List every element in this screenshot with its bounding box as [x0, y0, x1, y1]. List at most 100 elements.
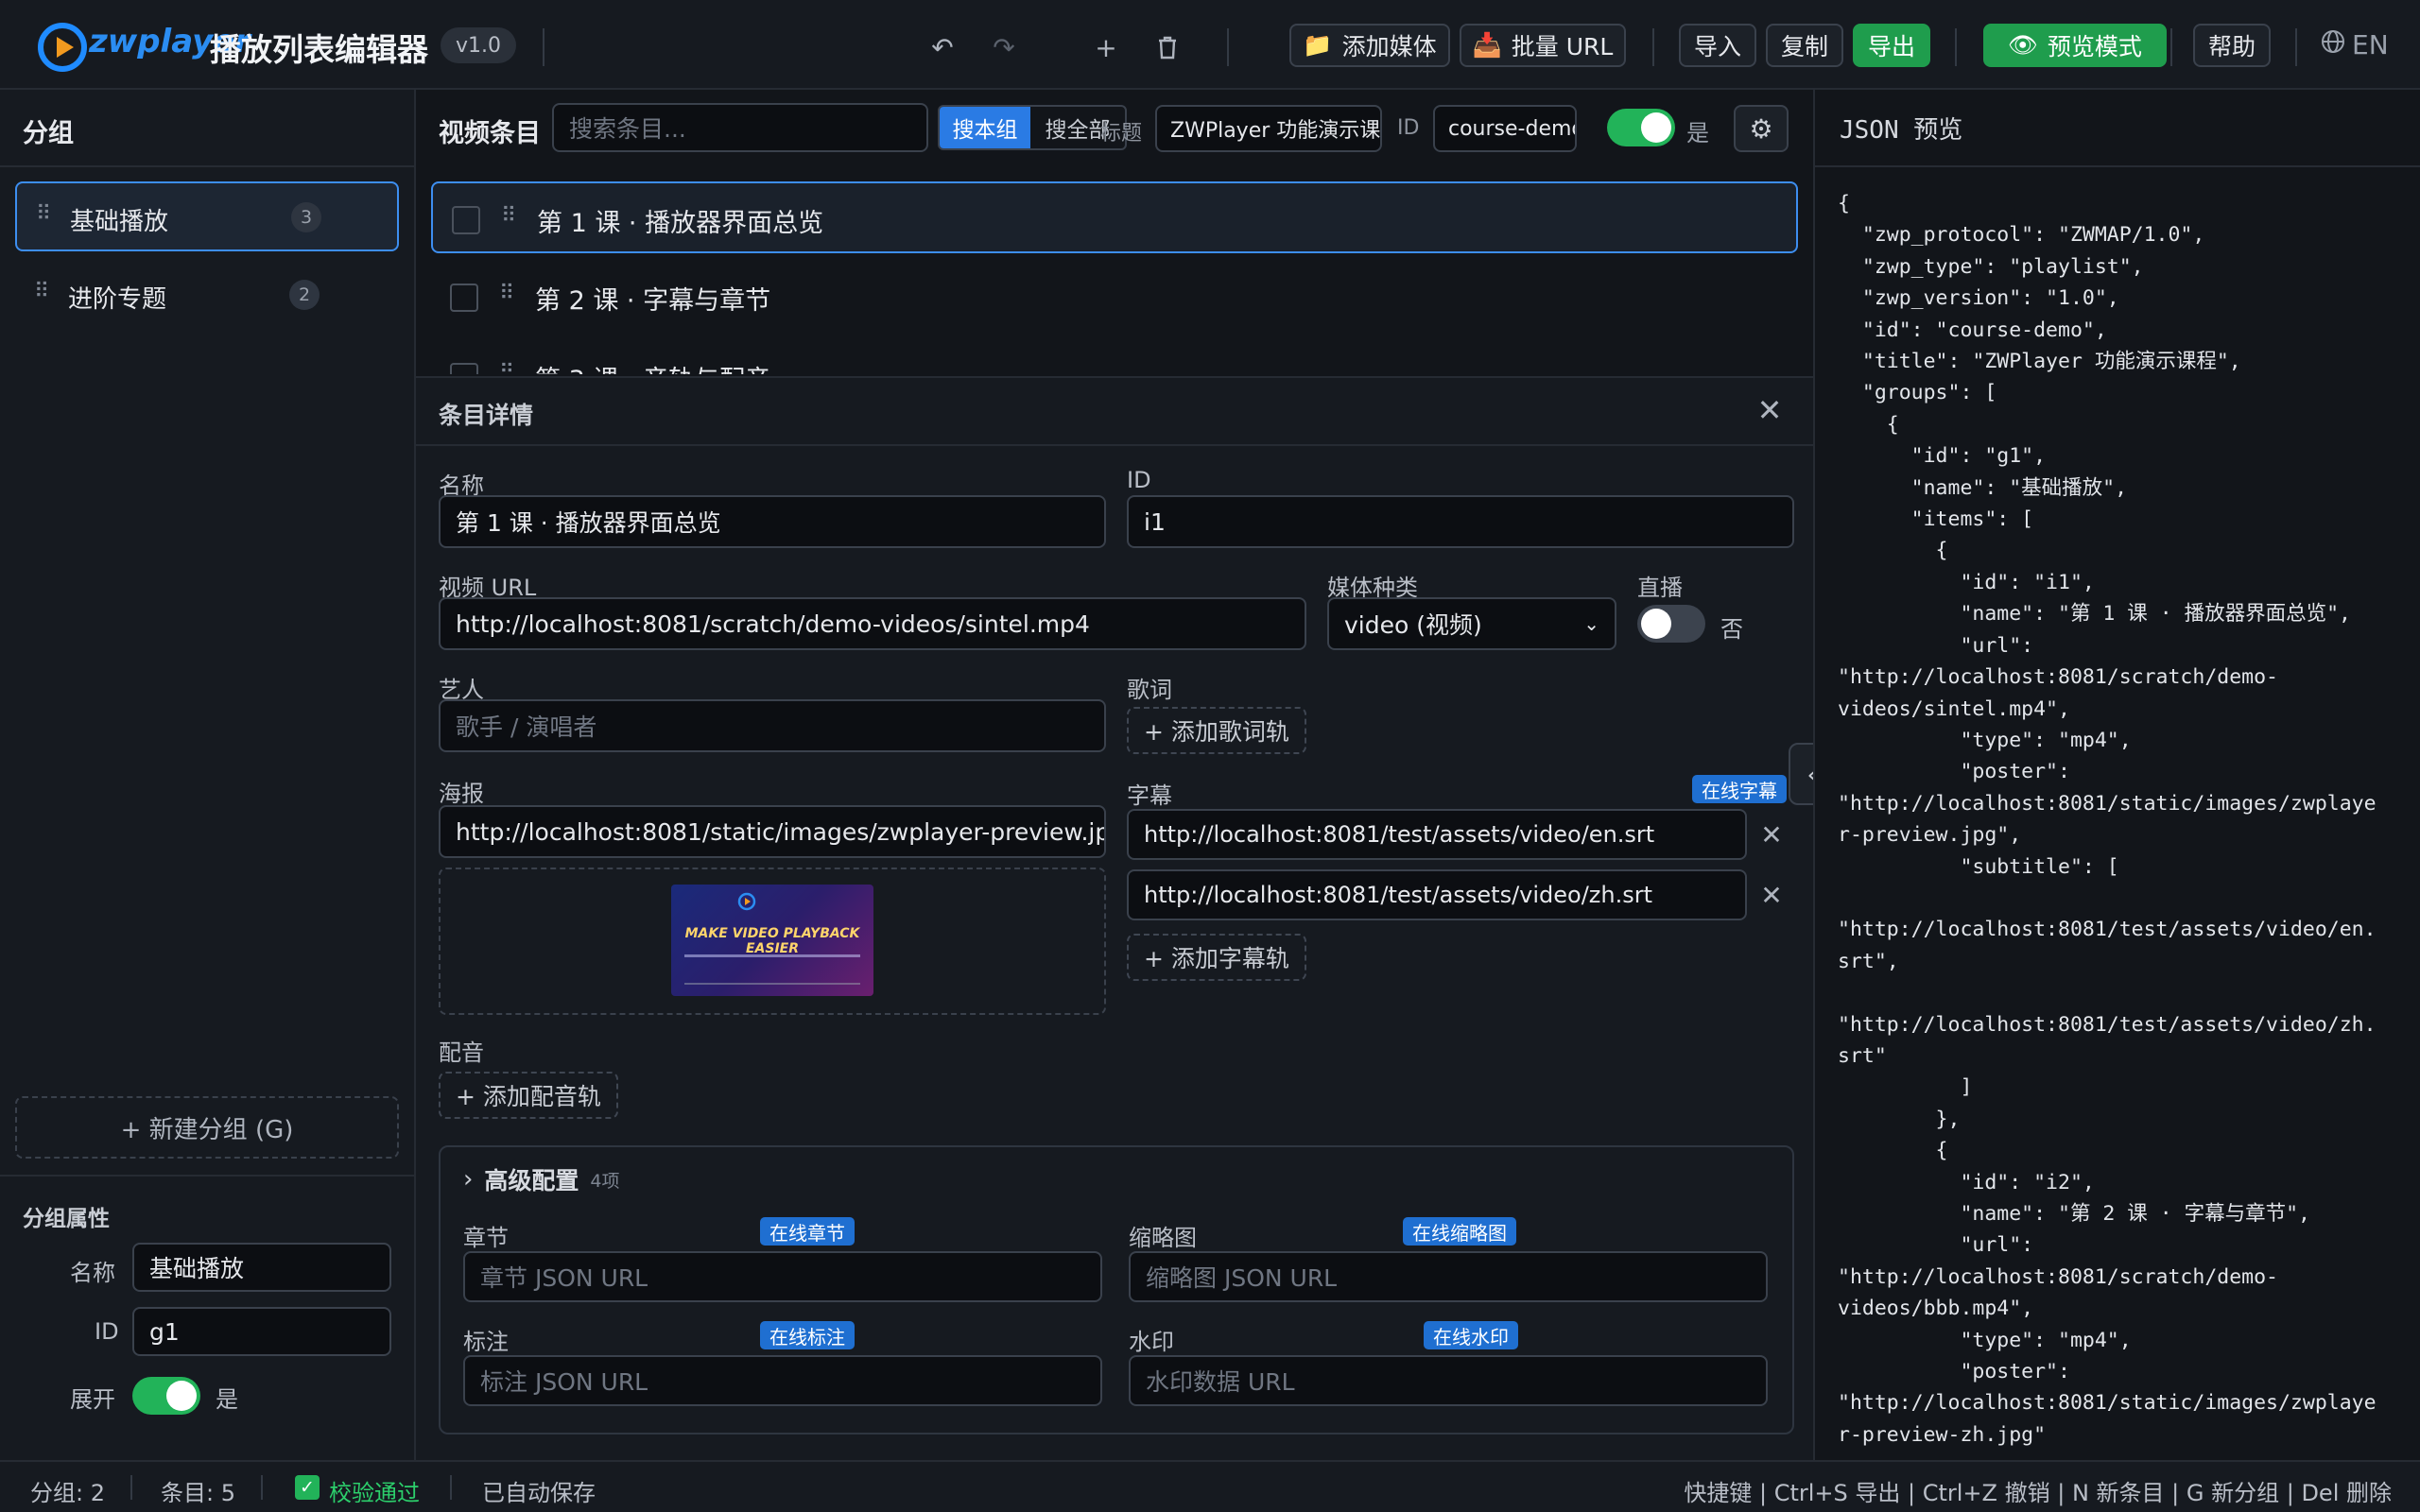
subtitle-label: 字幕: [1127, 782, 1172, 809]
group-name: 进阶专题: [68, 285, 167, 314]
advanced-config-header[interactable]: › 高级配置 4项: [463, 1162, 620, 1196]
preview-mode-button[interactable]: 👁 预览模式: [1983, 24, 2167, 67]
item-editor: 视频条目 搜索条目... 搜本组 搜全部 标题 ZWPlayer 功能演示课程 …: [416, 90, 1813, 1460]
online-chapter-badge[interactable]: 在线章节: [760, 1217, 855, 1246]
drag-handle-icon[interactable]: ⠿: [34, 280, 49, 303]
watermark-label: 水印: [1129, 1329, 1174, 1355]
online-watermark-badge[interactable]: 在线水印: [1424, 1321, 1518, 1349]
playlist-enabled-toggle[interactable]: [1607, 109, 1675, 146]
item-title: 第 1 课 · 播放器界面总览: [537, 209, 824, 238]
poster-url-input[interactable]: http://localhost:8081/static/images/zwpl…: [439, 805, 1106, 858]
top-bar: zwplayer 播放列表编辑器 v1.0 ↶ ↷ + 📁 添加媒体 📥 批量 UR…: [0, 0, 2420, 90]
online-subtitle-badge[interactable]: 在线字幕: [1692, 775, 1787, 803]
search-scope-toggle: 搜本组 搜全部: [938, 105, 1127, 150]
playlist-title-label: 标题: [1100, 122, 1143, 146]
mark-label: 标注: [463, 1329, 509, 1355]
list-item[interactable]: ⠿ 第 3 课 · 音轨与配音: [431, 340, 1798, 374]
drag-handle-icon[interactable]: ⠿: [501, 204, 516, 228]
online-mark-badge[interactable]: 在线标注: [760, 1321, 855, 1349]
thumbnail-url-input[interactable]: 缩略图 JSON URL: [1129, 1251, 1768, 1302]
import-button[interactable]: 导入: [1679, 24, 1756, 67]
list-title: 视频条目: [439, 119, 541, 148]
add-media-button[interactable]: 📁 添加媒体: [1289, 24, 1450, 67]
chapter-url-input[interactable]: 章节 JSON URL: [463, 1251, 1102, 1302]
item-detail-panel: 条目详情 ✕ 名称 第 1 课 · 播放器界面总览 ID i1 视频 URL h…: [416, 376, 1813, 1460]
item-search-input[interactable]: 搜索条目...: [552, 103, 928, 152]
copy-button[interactable]: 复制: [1766, 24, 1843, 67]
redo-icon[interactable]: ↷: [985, 28, 1023, 66]
playlist-id-input[interactable]: course-demo: [1433, 105, 1577, 152]
language-switch[interactable]: EN: [2320, 28, 2389, 61]
close-icon[interactable]: ✕: [1753, 392, 1787, 428]
app-title: 播放列表编辑器: [210, 31, 428, 68]
mark-url-input[interactable]: 标注 JSON URL: [463, 1355, 1102, 1406]
folder-icon: 📁: [1303, 31, 1333, 59]
settings-gear-button[interactable]: ⚙: [1734, 105, 1789, 152]
batch-url-button[interactable]: 📥 批量 URL: [1460, 24, 1626, 67]
video-url-input[interactable]: http://localhost:8081/scratch/demo-video…: [439, 597, 1306, 650]
group-id-input[interactable]: g1: [132, 1307, 391, 1356]
shortcuts-hint: 快捷键 | Ctrl+S 导出 | Ctrl+Z 撤销 | N 新条目 | G …: [1684, 1480, 2392, 1506]
item-checkbox[interactable]: [450, 284, 478, 312]
watermark-url-input[interactable]: 水印数据 URL: [1129, 1355, 1768, 1406]
search-group-tab[interactable]: 搜本组: [940, 107, 1030, 148]
advanced-config-section: › 高级配置 4项 章节 在线章节 章节 JSON URL 缩略图 在线缩略图 …: [439, 1145, 1794, 1435]
remove-subtitle-icon[interactable]: ✕: [1754, 878, 1789, 912]
export-button[interactable]: 导出: [1853, 24, 1930, 67]
inbox-icon: 📥: [1472, 31, 1502, 59]
new-group-button[interactable]: + 新建分组 (G): [15, 1096, 399, 1159]
dub-label: 配音: [439, 1040, 484, 1066]
media-type-select[interactable]: video (视频) ⌄: [1327, 597, 1616, 650]
status-bar: 分组: 2 条目: 5 ✓ 校验通过 已自动保存 快捷键 | Ctrl+S 导出…: [0, 1460, 2420, 1512]
undo-icon[interactable]: ↶: [924, 28, 961, 66]
group-item[interactable]: ⠿ 基础播放 3: [15, 181, 399, 251]
poster-image-text: MAKE VIDEO PLAYBACK EASIER: [684, 926, 860, 956]
group-props-title: 分组属性: [23, 1207, 110, 1231]
lyrics-label: 歌词: [1127, 677, 1172, 703]
group-expand-toggle[interactable]: [132, 1377, 200, 1415]
add-lyrics-button[interactable]: + 添加歌词轨: [1127, 707, 1306, 754]
group-sidebar: 分组 ⠿ 基础播放 3 ⠿ 进阶专题 2 + 新建分组 (G) 分组属性 名称 …: [0, 90, 416, 1460]
group-name: 基础播放: [70, 208, 169, 236]
item-checkbox[interactable]: [450, 363, 478, 374]
list-item[interactable]: ⠿ 第 1 课 · 播放器界面总览: [431, 181, 1798, 253]
playlist-enabled-value: 是: [1686, 120, 1709, 146]
sidebar-title: 分组: [23, 119, 74, 148]
list-item[interactable]: ⠿ 第 2 课 · 字幕与章节: [431, 261, 1798, 333]
group-count-badge: 3: [291, 202, 321, 232]
poster-label: 海报: [439, 781, 484, 807]
drag-handle-icon[interactable]: ⠿: [499, 282, 514, 305]
playlist-title-input[interactable]: ZWPlayer 功能演示课程: [1155, 105, 1382, 152]
live-toggle[interactable]: [1637, 605, 1705, 643]
add-item-icon[interactable]: +: [1087, 28, 1125, 66]
group-item[interactable]: ⠿ 进阶专题 2: [15, 261, 399, 331]
autosave-status: 已自动保存: [482, 1480, 596, 1506]
drag-handle-icon[interactable]: ⠿: [36, 202, 51, 226]
help-button[interactable]: 帮助: [2193, 24, 2271, 67]
live-label: 直播: [1637, 575, 1683, 601]
version-badge: v1.0: [441, 27, 517, 63]
remove-subtitle-icon[interactable]: ✕: [1754, 817, 1789, 851]
thumbnail-label: 缩略图: [1129, 1225, 1197, 1251]
add-subtitle-button[interactable]: + 添加字幕轨: [1127, 934, 1306, 981]
item-name-input[interactable]: 第 1 课 · 播放器界面总览: [439, 495, 1106, 548]
item-checkbox[interactable]: [452, 206, 480, 234]
gear-icon: ⚙: [1749, 112, 1773, 145]
eye-icon: 👁: [2008, 31, 2038, 59]
live-value: 否: [1720, 616, 1743, 643]
poster-preview: MAKE VIDEO PLAYBACK EASIER: [439, 868, 1106, 1015]
add-dub-button[interactable]: + 添加配音轨: [439, 1072, 618, 1119]
group-expand-value: 是: [216, 1386, 238, 1413]
artist-input[interactable]: 歌手 / 演唱者: [439, 699, 1106, 752]
trash-icon[interactable]: [1149, 28, 1186, 66]
chevron-down-icon: ⌄: [1583, 612, 1599, 635]
online-thumbnail-badge[interactable]: 在线缩略图: [1403, 1217, 1516, 1246]
item-title: 第 3 课 · 音轨与配音: [535, 359, 770, 374]
json-preview-panel: JSON 预览 { "zwp_protocol": "ZWMAP/1.0", "…: [1813, 90, 2420, 1460]
group-name-input[interactable]: 基础播放: [132, 1243, 391, 1292]
drag-handle-icon[interactable]: ⠿: [499, 361, 514, 374]
item-id-input[interactable]: i1: [1127, 495, 1794, 548]
item-title: 第 2 课 · 字幕与章节: [535, 286, 771, 316]
subtitle-url-input[interactable]: http://localhost:8081/test/assets/video/…: [1127, 809, 1747, 860]
subtitle-url-input[interactable]: http://localhost:8081/test/assets/video/…: [1127, 869, 1747, 920]
